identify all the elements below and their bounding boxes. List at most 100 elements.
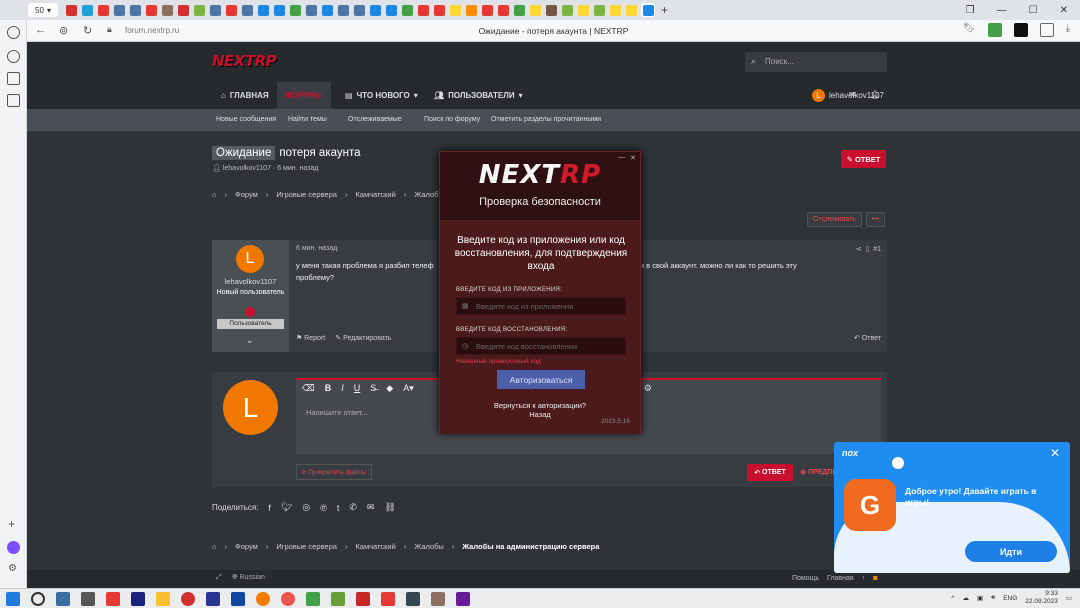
color-icon[interactable]: ◆ (386, 383, 393, 394)
tab-favicon[interactable] (386, 4, 397, 16)
language-selector[interactable]: 🌐︎ Russian (232, 574, 265, 582)
network-icon[interactable]: ▣ (977, 594, 983, 602)
strikethrough-icon[interactable]: S̶ (370, 383, 376, 393)
play-icon[interactable] (7, 50, 20, 63)
breadcrumb-item[interactable]: Форум (235, 190, 258, 199)
inbox-icon[interactable]: ✉ (849, 90, 856, 99)
tab-favicon[interactable] (226, 4, 237, 16)
share-icon[interactable]: ⋖ (856, 246, 862, 253)
underline-icon[interactable]: U (354, 383, 361, 393)
breadcrumb-item[interactable]: Игровые сервера (276, 542, 337, 551)
clock[interactable]: 9:33 22.09.2023 (1025, 590, 1058, 606)
tab-favicon[interactable] (594, 4, 605, 16)
avatar[interactable]: L (236, 245, 264, 273)
nox-go-button[interactable]: Идти (965, 541, 1057, 562)
reddit-icon[interactable]: ◎ (302, 502, 310, 513)
app-icon[interactable] (381, 592, 395, 606)
report-link[interactable]: ⚑ Report (296, 334, 325, 342)
bookmark-icon[interactable]: 🔖︎ (963, 23, 976, 37)
eraser-icon[interactable]: ⌫ (302, 383, 315, 394)
arrow-up-icon[interactable]: ↑ (862, 575, 866, 582)
whatsapp-icon[interactable]: ✆ (349, 502, 357, 513)
tab-favicon[interactable] (514, 4, 525, 16)
app-icon[interactable] (206, 592, 220, 606)
extension-icon[interactable] (1039, 23, 1054, 37)
subnav-search[interactable]: Поиск по форуму (424, 116, 480, 123)
tab-favicon[interactable] (498, 4, 509, 16)
breadcrumb-item[interactable]: Жалобы на администрацию сервера (462, 542, 599, 551)
language-indicator[interactable]: ENG (1003, 595, 1017, 602)
breadcrumb-item[interactable]: Игровые сервера (276, 190, 337, 199)
extension-icon[interactable] (1013, 23, 1028, 37)
restore-icon[interactable]: ❐ (966, 5, 975, 16)
bold-icon[interactable]: B (325, 383, 332, 393)
tab-favicon[interactable] (178, 4, 189, 16)
subnav-mark-read[interactable]: Отметить разделы прочитанными (491, 116, 601, 123)
maximize-icon[interactable]: ☐ (1029, 5, 1038, 16)
tumblr-icon[interactable]: t (337, 503, 340, 513)
tab-favicon[interactable] (146, 4, 157, 16)
extension-icon[interactable] (987, 23, 1002, 37)
bell-icon[interactable]: 🔔︎ (870, 90, 880, 99)
tab-favicon[interactable] (114, 4, 125, 16)
font-size-icon[interactable]: A▾ (403, 383, 414, 394)
app-icon[interactable] (81, 592, 95, 606)
twitter-icon[interactable]: 🐦︎ (281, 502, 292, 513)
facebook-icon[interactable]: f (268, 503, 271, 513)
breadcrumb-item[interactable]: Жалобы (414, 542, 444, 551)
tab-favicon[interactable] (354, 4, 365, 16)
subnav-new-posts[interactable]: Новые сообщения (216, 116, 276, 123)
alice-icon[interactable] (7, 541, 20, 554)
home-icon[interactable]: ⌂ (212, 542, 217, 551)
recovery-code-input[interactable]: ◷ Введите код восстановления (456, 337, 626, 355)
tab-favicon[interactable] (290, 4, 301, 16)
tab-favicon[interactable] (562, 4, 573, 16)
tab-favicon[interactable] (450, 4, 461, 16)
opera-icon[interactable] (181, 592, 195, 606)
post-date[interactable]: 6 мин. назад (296, 245, 337, 252)
tab-favicon[interactable] (98, 4, 109, 16)
breadcrumb-item[interactable]: Камчатский (355, 542, 395, 551)
tab-favicon[interactable] (402, 4, 413, 16)
opera-gx-icon[interactable] (281, 592, 295, 606)
italic-icon[interactable]: I (341, 383, 344, 393)
app-icon[interactable] (356, 592, 370, 606)
tray-icon[interactable]: ☁ (962, 594, 969, 602)
rss-icon[interactable]: ◙ (873, 575, 877, 582)
tab-favicon[interactable] (626, 4, 637, 16)
yandex-browser-icon[interactable] (106, 592, 120, 606)
windows-start-icon[interactable] (6, 592, 20, 606)
settings-icon[interactable]: ⚙ (644, 383, 652, 394)
tab-favicon[interactable] (546, 4, 557, 16)
home-icon[interactable]: ⌂ (212, 190, 217, 199)
notifications-icon[interactable]: ▭ (1066, 594, 1072, 602)
active-tab[interactable] (641, 3, 655, 17)
attach-files-button[interactable]: ⊘ Прикрепить файлы (296, 464, 372, 480)
app-icon[interactable] (131, 592, 145, 606)
nav-home[interactable]: ⌂ ГЛАВНАЯ (213, 82, 277, 109)
tab-favicon[interactable] (610, 4, 621, 16)
breadcrumb-item[interactable]: Камчатский (355, 190, 395, 199)
expand-icon[interactable]: ⤢ (216, 574, 222, 582)
close-icon[interactable]: ✕ (1060, 5, 1068, 16)
nav-users[interactable]: 👥︎ ПОЛЬЗОВАТЕЛИ ▾ (426, 82, 531, 109)
minimize-icon[interactable]: — (997, 5, 1007, 16)
app-icon[interactable] (156, 592, 170, 606)
edit-link[interactable]: ✎ Редактировать (335, 334, 391, 342)
footer-link-help[interactable]: Помощь (792, 575, 819, 582)
tab-favicon[interactable] (162, 4, 173, 16)
settings-icon[interactable]: ⚙ (8, 563, 17, 574)
post-reply-button[interactable]: ↶ ОТВЕТ (747, 464, 793, 481)
bookmark-icon[interactable]: ▯ (865, 246, 869, 253)
chevron-down-icon[interactable]: ⌄ (246, 335, 254, 346)
tab-favicon[interactable] (258, 4, 269, 16)
link-icon[interactable]: ⛓ (384, 502, 395, 513)
search-icon[interactable] (31, 592, 45, 606)
app-icon[interactable] (231, 592, 245, 606)
tab-favicon[interactable] (306, 4, 317, 16)
post-number-label[interactable]: #1 (873, 246, 881, 253)
torrent-icon[interactable] (306, 592, 320, 606)
app-icon[interactable] (456, 592, 470, 606)
reply-button-top[interactable]: ✎ ОТВЕТ (841, 150, 886, 168)
counter-icon[interactable] (7, 72, 20, 85)
